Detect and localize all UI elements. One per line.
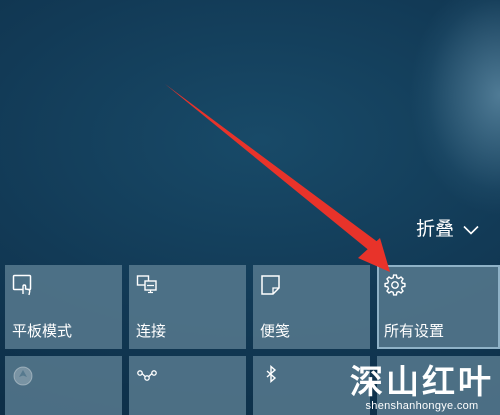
tile-network[interactable]	[377, 356, 500, 415]
action-center-screen: 折叠 平板模式 连接 便笺 所有设置 深山红叶 shenshanhongye.c…	[0, 0, 500, 415]
note-icon	[260, 274, 282, 296]
tile-label: 便笺	[260, 322, 291, 340]
quick-actions-grid: 平板模式 连接 便笺 所有设置	[5, 265, 500, 415]
tile-bluetooth[interactable]	[253, 356, 370, 415]
tile-tablet-mode[interactable]: 平板模式	[5, 265, 122, 349]
collapse-button[interactable]: 折叠	[416, 214, 479, 241]
tile-connect[interactable]: 连接	[129, 265, 246, 349]
connect-icon	[136, 274, 158, 296]
chevron-down-icon	[463, 218, 479, 240]
bluetooth-icon	[260, 364, 282, 387]
tile-all-settings[interactable]: 所有设置	[377, 265, 500, 349]
gear-icon	[384, 274, 406, 296]
collapse-label: 折叠	[416, 218, 455, 240]
vpn-icon	[136, 365, 158, 387]
tile-location[interactable]	[5, 356, 122, 415]
tile-note[interactable]: 便笺	[253, 265, 370, 349]
network-icon	[384, 365, 406, 387]
tile-label: 所有设置	[384, 322, 445, 340]
tile-label: 连接	[136, 322, 167, 340]
tile-label: 平板模式	[12, 322, 73, 340]
tablet-mode-icon	[12, 274, 34, 296]
tile-vpn[interactable]	[129, 356, 246, 415]
location-icon	[12, 365, 34, 387]
